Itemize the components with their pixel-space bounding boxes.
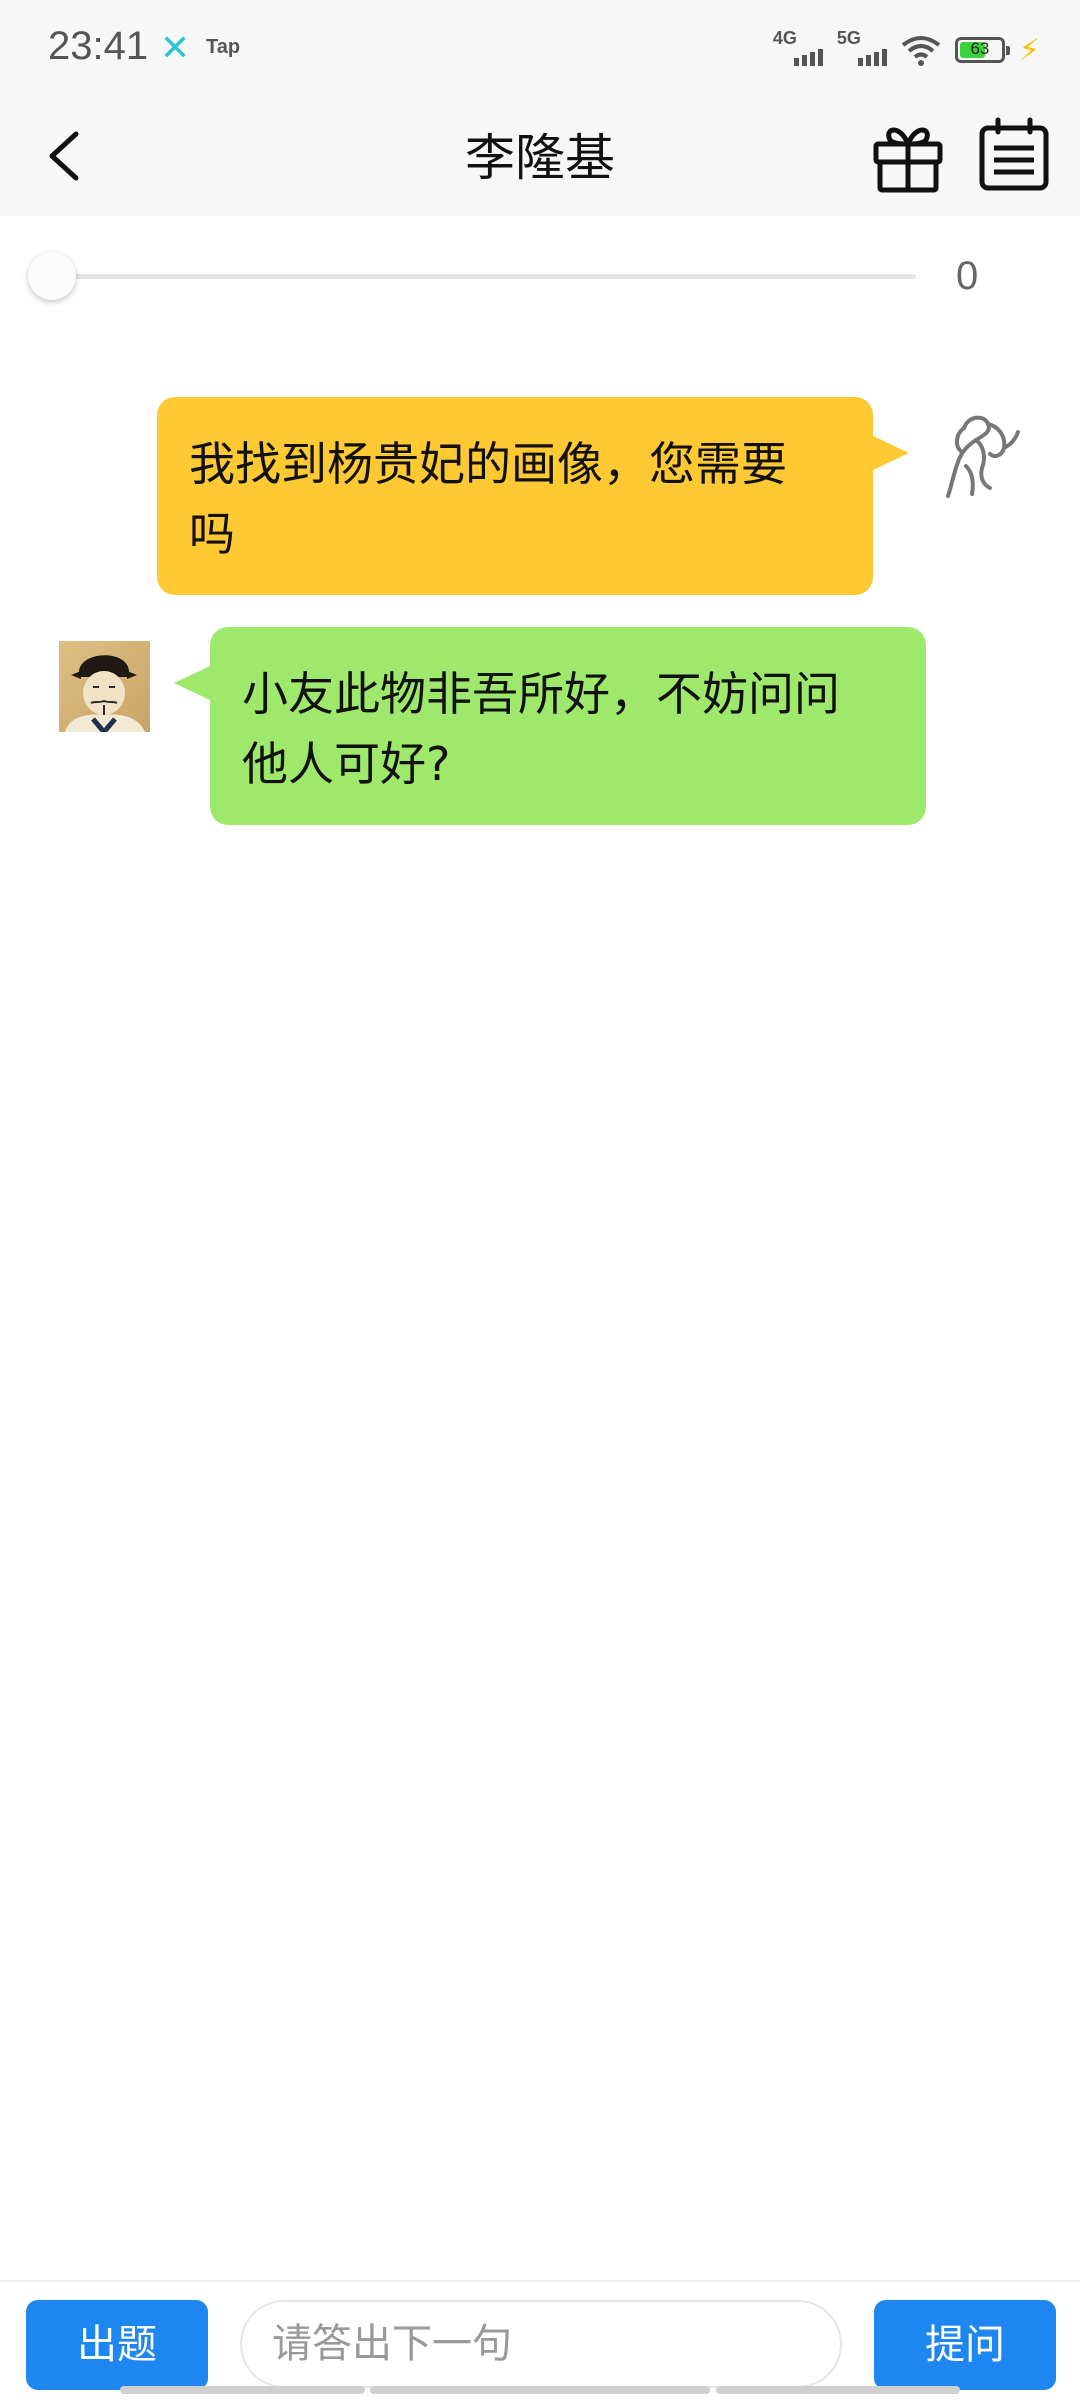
bolt-icon: ⚡ xyxy=(1018,32,1040,68)
gift-icon xyxy=(873,127,943,193)
slider-thumb[interactable] xyxy=(28,252,76,300)
emperor-portrait-icon xyxy=(59,641,150,732)
progress-value: 0 xyxy=(956,254,979,298)
list-icon xyxy=(979,117,1049,191)
ask-button[interactable]: 提问 xyxy=(874,2300,1056,2390)
network-label-5g: 5G xyxy=(836,28,861,48)
x-icon: ✕ xyxy=(160,28,191,69)
battery-icon: 63 xyxy=(954,37,1010,63)
message-bubble-user: 我找到杨贵妃的画像，您需要 吗 xyxy=(157,397,909,595)
status-bar: 23:41 ✕ Tap 4G 5G 63 ⚡ xyxy=(0,0,1080,96)
home-indicator xyxy=(716,2386,960,2394)
home-indicator xyxy=(370,2386,710,2394)
status-indicators: 4G 5G 63 ⚡ xyxy=(772,28,1040,70)
user-avatar-icon xyxy=(946,415,1020,498)
message-line: 小友此物非吾所好，不妨问问 xyxy=(242,667,840,721)
question-button[interactable]: 出题 xyxy=(26,2300,208,2390)
gift-button[interactable] xyxy=(870,114,946,194)
wifi-icon xyxy=(901,36,941,66)
home-indicator xyxy=(120,2386,365,2394)
answer-input[interactable] xyxy=(240,2300,842,2388)
message-line: 吗 xyxy=(189,507,235,561)
signal-4g-icon: 4G xyxy=(772,28,823,70)
message-line: 我找到杨贵妃的画像，您需要 xyxy=(189,437,787,491)
bot-avatar[interactable] xyxy=(59,641,150,732)
battery-text: 63 xyxy=(970,39,990,58)
menu-button[interactable] xyxy=(976,114,1052,194)
nav-bar: 李隆基 xyxy=(0,96,1080,216)
slider-track[interactable] xyxy=(52,274,916,279)
message-line: 他人可好? xyxy=(242,737,451,791)
status-time: 23:41 xyxy=(48,24,149,68)
tap-app-label: Tap xyxy=(206,36,241,58)
signal-5g-icon: 5G xyxy=(836,28,887,70)
network-label-4g: 4G xyxy=(772,28,797,48)
bottom-input-bar: 出题 提问 xyxy=(0,2280,1080,2402)
user-avatar[interactable] xyxy=(934,410,1024,500)
message-bubble-bot: 小友此物非吾所好，不妨问问 他人可好? xyxy=(174,627,926,825)
progress-slider[interactable]: 0 xyxy=(0,216,1080,336)
